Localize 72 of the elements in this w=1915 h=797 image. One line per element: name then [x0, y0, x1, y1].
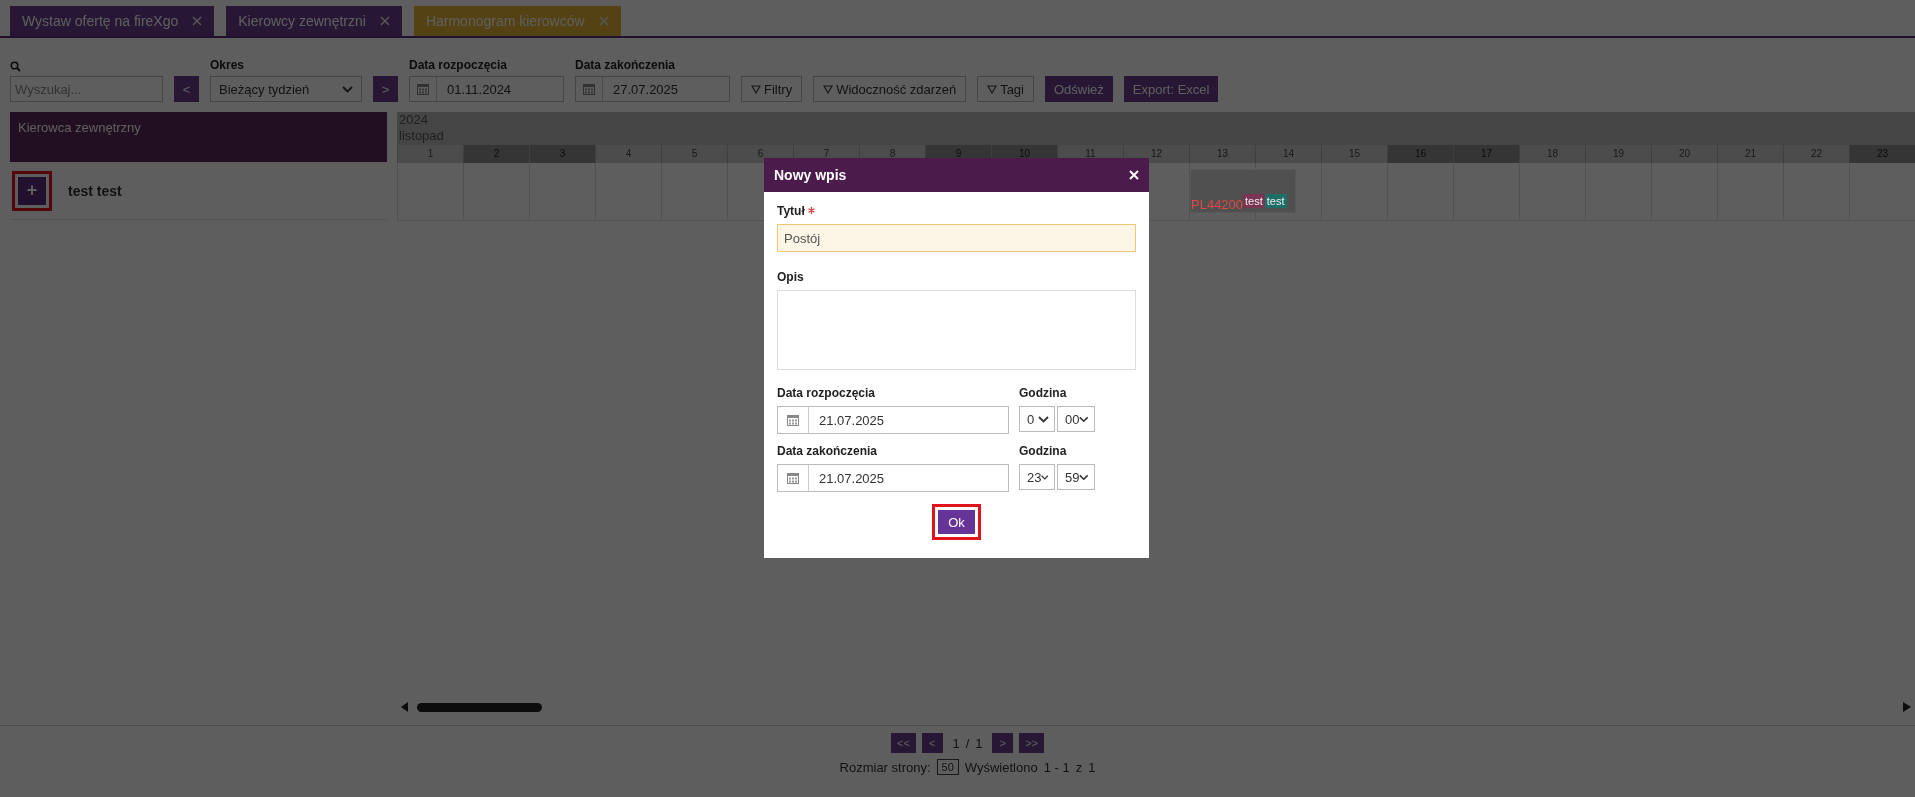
filter-icon [751, 84, 761, 94]
filter-button[interactable]: Filtry [741, 76, 803, 102]
hour-select[interactable]: 23 [1019, 464, 1055, 490]
shown-range: 1 - 1 [1043, 759, 1070, 775]
title-field[interactable]: Postój [777, 224, 1136, 252]
calendar-icon [417, 83, 429, 95]
search-icon [10, 61, 21, 72]
first-page-button[interactable]: << [890, 733, 916, 753]
field-label: Tytuł [777, 204, 805, 218]
field-label: Opis [777, 270, 804, 284]
field-label: Data zakończenia [777, 444, 879, 458]
tab[interactable]: Wystaw ofertę na fireXgo [10, 6, 215, 36]
driver-name: test test [68, 182, 122, 199]
tab[interactable]: Harmonogram kierowców [413, 6, 621, 36]
tab-label: Wystaw ofertę na fireXgo [22, 13, 179, 29]
shown-of: z [1075, 759, 1083, 775]
previous-period-button[interactable]: < [174, 76, 199, 102]
ok-button[interactable]: Ok [938, 510, 975, 534]
field-label: Data rozpoczęcia [777, 386, 877, 400]
close-button[interactable] [1129, 170, 1139, 180]
chevron-icon [1079, 473, 1089, 481]
add-button[interactable]: + [18, 176, 46, 205]
last-page-button[interactable]: >> [1019, 733, 1045, 753]
period-select[interactable]: Bieżący tydzień [210, 76, 362, 102]
tab-label: Kierowcy zewnętrzni [238, 13, 366, 29]
page-number: 1 [951, 735, 960, 751]
close-icon[interactable] [192, 16, 203, 26]
field-label: Okres [210, 58, 246, 72]
calendar-icon [787, 472, 799, 484]
chevron-icon [342, 85, 353, 93]
tag: test [1243, 194, 1265, 208]
next-period-button[interactable]: > [373, 76, 398, 102]
filter-button[interactable]: Tagi [977, 76, 1034, 102]
minute-select[interactable]: 00 [1057, 406, 1095, 432]
filter-icon [823, 84, 834, 94]
page-separator: / [965, 735, 970, 751]
tab[interactable]: Kierowcy zewnętrzni [226, 6, 402, 36]
calendar-icon [583, 83, 595, 95]
minute-select[interactable]: 59 [1057, 464, 1095, 490]
shown-count: 1 [1088, 759, 1096, 775]
filter-icon [987, 84, 998, 94]
hour-select[interactable]: 0 [1019, 406, 1055, 432]
field-label: Godzina [1019, 386, 1068, 400]
action-button[interactable]: Odśwież [1045, 76, 1113, 102]
field-label: Godzina [1019, 444, 1068, 458]
page-size-label: Rozmiar strony: [839, 759, 931, 775]
date-field[interactable]: 01.11.2024 [409, 76, 564, 102]
chevron-icon [1079, 415, 1089, 423]
page-size-field[interactable]: 50 [936, 759, 959, 775]
description-field[interactable] [777, 290, 1136, 370]
date-field[interactable]: 27.07.2025 [575, 76, 730, 102]
scroll-left-icon[interactable] [401, 702, 409, 712]
scroll-right-icon[interactable] [1903, 702, 1911, 712]
field-label: Data zakończenia [575, 58, 677, 72]
previous-page-button[interactable]: < [921, 733, 943, 753]
shown-label: Wyświetlono [964, 759, 1038, 775]
chevron-icon [1041, 473, 1049, 481]
tag: test [1264, 194, 1287, 208]
next-page-button[interactable]: > [992, 733, 1014, 753]
calendar-icon [787, 414, 799, 426]
action-button[interactable]: Export: Excel [1123, 76, 1219, 102]
tab-label: Harmonogram kierowców [425, 13, 585, 29]
page-total: 1 [975, 735, 984, 751]
field-label: Data rozpoczęcia [409, 58, 509, 72]
chevron-icon [1038, 415, 1049, 423]
event-code: PL44200 [1191, 197, 1244, 212]
date-field[interactable]: 21.07.2025 [777, 406, 1009, 434]
filter-button[interactable]: Widoczność zdarzeń [813, 76, 967, 102]
column-header: Kierowca zewnętrzny [10, 112, 387, 162]
date-field[interactable]: 21.07.2025 [777, 464, 1009, 492]
dialog-title: Nowy wpis [774, 167, 847, 183]
close-icon[interactable] [379, 16, 390, 26]
